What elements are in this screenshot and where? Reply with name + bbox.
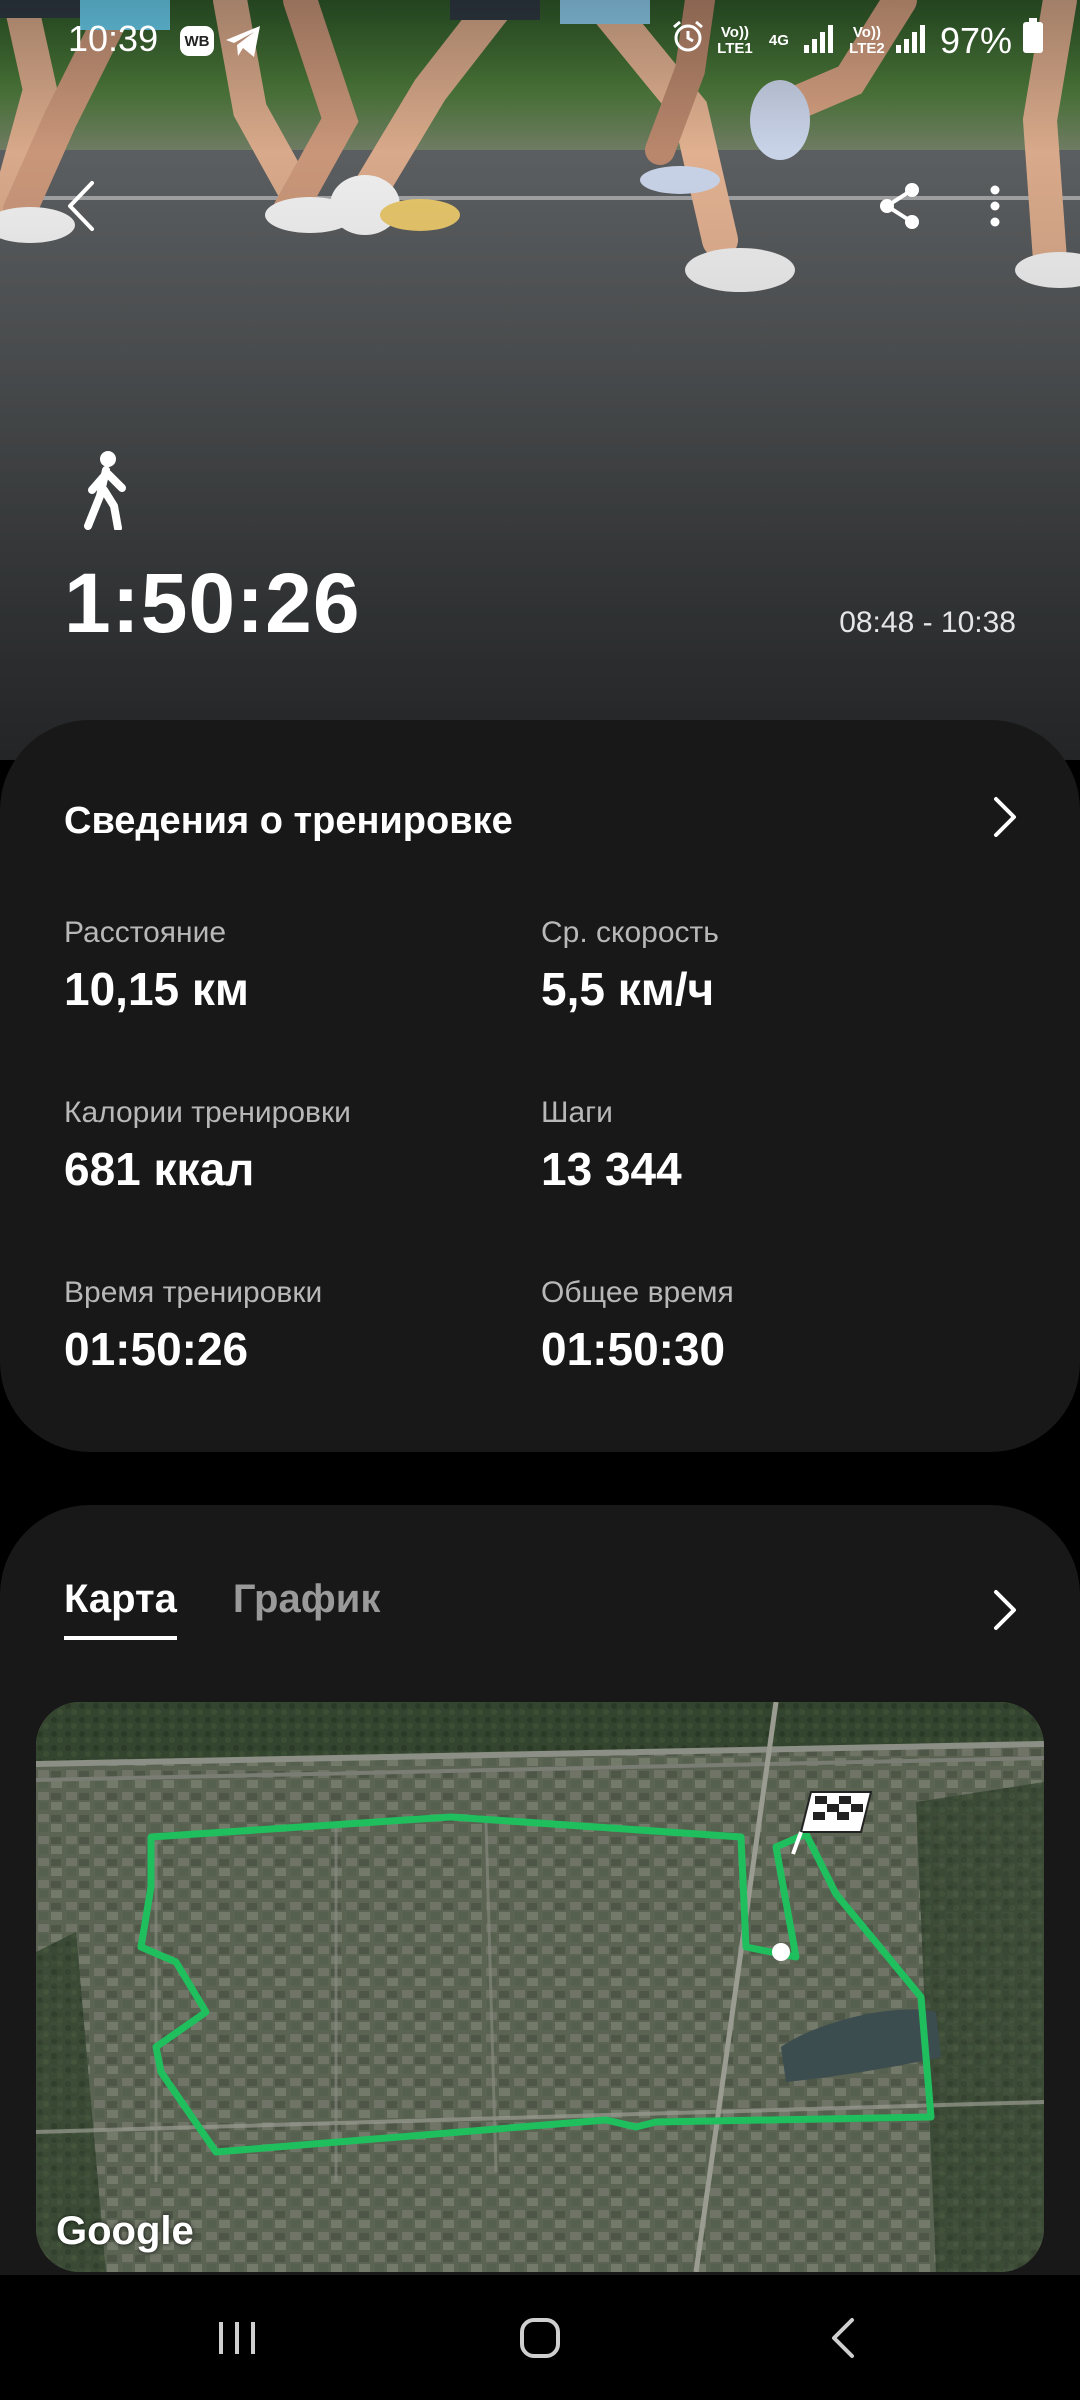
stat-label: Общее время bbox=[541, 1276, 734, 1309]
share-button[interactable] bbox=[860, 166, 940, 246]
app-badge-icon: WB bbox=[180, 26, 214, 56]
battery-icon bbox=[1022, 18, 1044, 63]
system-nav-bar bbox=[0, 2275, 1080, 2400]
back-button[interactable] bbox=[42, 166, 122, 246]
status-time: 10:39 bbox=[68, 18, 159, 59]
chevron-right-icon bbox=[994, 1590, 1016, 1630]
stat-value: 5,5 км/ч bbox=[541, 963, 715, 1015]
stat-total-time: Общее время 01:50:30 bbox=[541, 1276, 734, 1376]
map-tabs: Карта График bbox=[64, 1577, 380, 1640]
stat-calories: Калории тренировки 681 ккал bbox=[64, 1096, 351, 1196]
home-icon bbox=[520, 2318, 560, 2358]
google-attribution: Google bbox=[56, 2209, 194, 2253]
stat-value: 10,15 км bbox=[64, 963, 249, 1015]
network-lte1-label: Vo)) LTE1 bbox=[717, 23, 753, 57]
satellite-map-image bbox=[36, 1702, 1044, 2272]
workout-details-card: Сведения о тренировке Расстояние 10,15 к… bbox=[0, 720, 1080, 1452]
workout-time-range: 08:48 - 10:38 bbox=[839, 606, 1016, 639]
recent-apps-icon bbox=[219, 2322, 255, 2354]
status-bar: 10:39 WB Vo)) LTE1 4G Vo)) LTE2 97% bbox=[0, 0, 1080, 80]
stat-steps: Шаги 13 344 bbox=[541, 1096, 682, 1196]
signal1-icon bbox=[803, 20, 838, 62]
share-icon bbox=[880, 183, 919, 229]
alarm-icon bbox=[670, 18, 706, 63]
chevron-left-icon bbox=[68, 181, 94, 231]
status-right-group: Vo)) LTE1 4G Vo)) LTE2 97% bbox=[670, 18, 1044, 63]
route-start-marker bbox=[772, 1943, 790, 1961]
tab-chart[interactable]: График bbox=[233, 1577, 380, 1640]
walking-person-icon bbox=[78, 450, 138, 532]
stat-workout-time: Время тренировки 01:50:26 bbox=[64, 1276, 322, 1376]
tab-map[interactable]: Карта bbox=[64, 1577, 177, 1640]
home-button[interactable] bbox=[490, 2305, 590, 2371]
stat-label: Шаги bbox=[541, 1096, 613, 1129]
stat-label: Время тренировки bbox=[64, 1276, 323, 1309]
details-title: Сведения о тренировке bbox=[64, 800, 513, 842]
network-type-label: 4G bbox=[768, 31, 789, 49]
stat-value: 01:50:26 bbox=[64, 1323, 249, 1375]
details-open-button[interactable] bbox=[970, 782, 1040, 852]
signal2-icon bbox=[895, 20, 930, 62]
more-vertical-icon bbox=[990, 185, 1000, 227]
stat-value: 681 ккал bbox=[64, 1143, 255, 1195]
stat-label: Калории тренировки bbox=[64, 1096, 351, 1129]
map-open-button[interactable] bbox=[970, 1575, 1040, 1645]
stat-label: Расстояние bbox=[64, 916, 227, 949]
stat-value: 01:50:30 bbox=[541, 1323, 726, 1375]
stat-label: Ср. скорость bbox=[541, 916, 719, 949]
chevron-right-icon bbox=[994, 797, 1016, 837]
route-map[interactable]: Google bbox=[36, 1702, 1044, 2272]
stat-value: 13 344 bbox=[541, 1143, 682, 1195]
recent-apps-button[interactable] bbox=[187, 2305, 287, 2371]
app-badge-label: WB bbox=[184, 32, 210, 50]
battery-percent: 97% bbox=[939, 19, 1012, 61]
stat-avg-speed: Ср. скорость 5,5 км/ч bbox=[541, 916, 719, 1016]
network-lte2-label: Vo)) LTE2 bbox=[849, 23, 885, 57]
map-card: Карта График Google bbox=[0, 1505, 1080, 2305]
system-back-button[interactable] bbox=[793, 2305, 893, 2371]
more-options-button[interactable] bbox=[955, 166, 1035, 246]
workout-duration: 1:50:26 bbox=[64, 556, 361, 650]
back-arrow-icon bbox=[832, 2318, 854, 2358]
stat-distance: Расстояние 10,15 км bbox=[64, 916, 249, 1016]
app-root: 10:39 WB Vo)) LTE1 4G Vo)) LTE2 97% 1:50… bbox=[0, 0, 1080, 2400]
telegram-icon bbox=[224, 24, 264, 69]
